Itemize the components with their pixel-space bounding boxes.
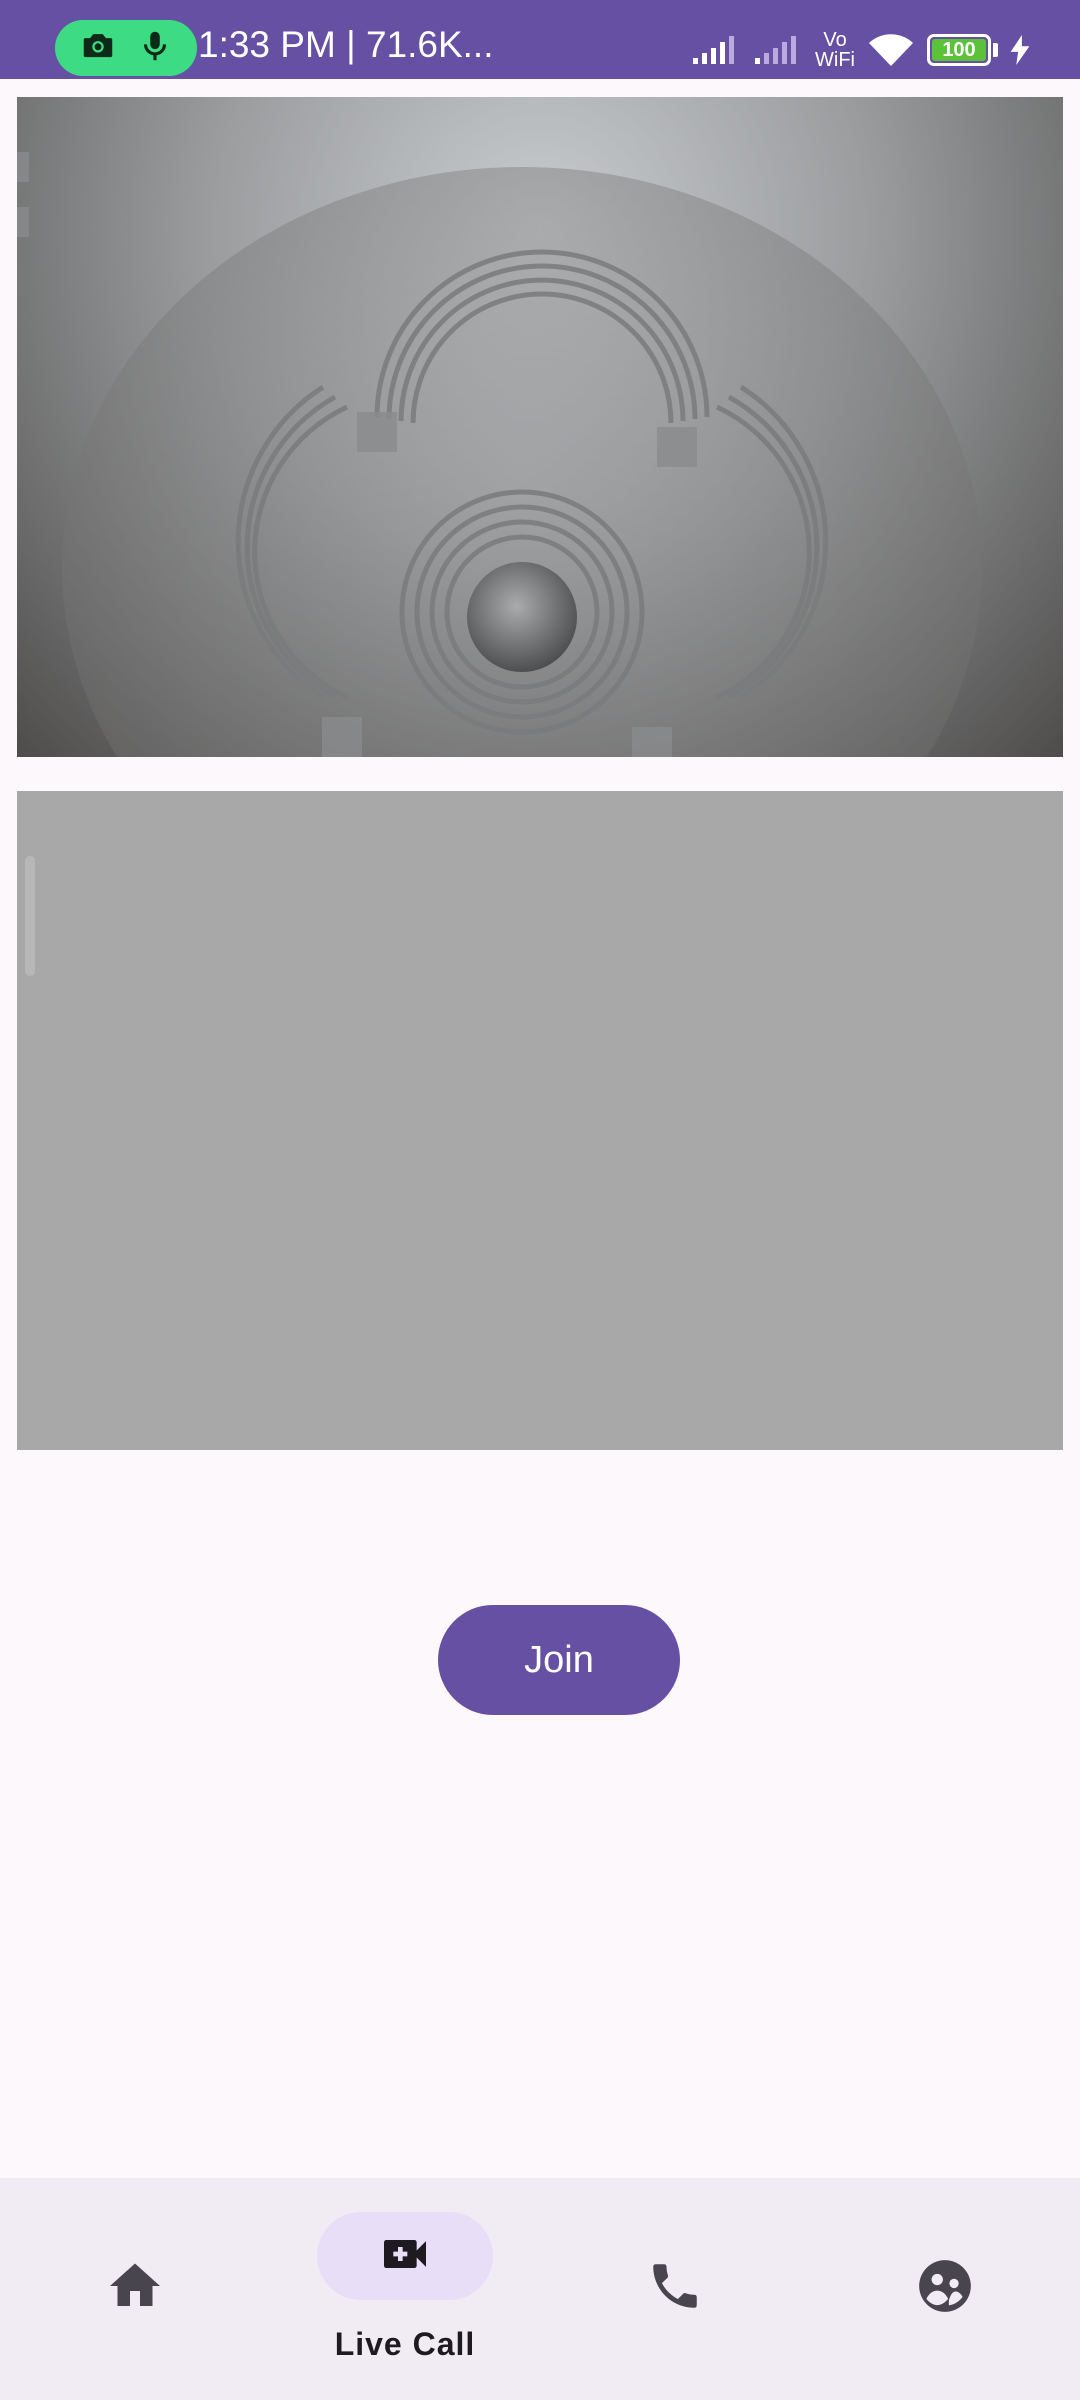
ceiling-fixture-image <box>17 152 982 757</box>
nav-label-live-call: Live Call <box>334 2326 476 2362</box>
nav-icon-container <box>47 2244 223 2332</box>
video-call-add-icon <box>377 2226 433 2287</box>
vowifi-top-label: Vo <box>823 29 847 51</box>
wifi-icon <box>867 32 915 68</box>
recording-indicator[interactable] <box>55 20 197 76</box>
app-screen: 1:33 PM | 71.6K... Vo WiFi 100 Join Live… <box>0 0 1080 2400</box>
nav-icon-container <box>587 2244 763 2332</box>
charging-icon <box>1010 35 1030 65</box>
battery-tip <box>993 43 998 57</box>
nav-icon-container <box>857 2244 1033 2332</box>
vowifi-bottom-label: WiFi <box>815 49 855 71</box>
nav-item-home[interactable] <box>0 2178 270 2400</box>
nav-item-phone[interactable] <box>540 2178 810 2400</box>
bottom-navigation: Live Call <box>0 2178 1080 2400</box>
mic-icon <box>136 27 174 70</box>
nav-active-indicator <box>317 2212 493 2300</box>
nav-item-group[interactable] <box>810 2178 1080 2400</box>
home-icon <box>105 2256 165 2321</box>
status-bar: 1:33 PM | 71.6K... Vo WiFi 100 <box>0 0 1080 79</box>
battery-level: 100 <box>942 38 976 61</box>
scroll-handle[interactable] <box>25 856 35 976</box>
status-time-speed: 1:33 PM | 71.6K... <box>198 24 494 65</box>
remote-video-view[interactable] <box>17 791 1063 1450</box>
local-video-view[interactable] <box>17 97 1063 757</box>
join-button[interactable]: Join <box>438 1605 680 1715</box>
signal-icon <box>753 34 803 66</box>
nav-item-live-call[interactable]: Live Call <box>270 2178 540 2400</box>
status-icons: Vo WiFi 100 <box>691 22 1030 78</box>
signal-icon <box>691 34 741 66</box>
group-icon <box>914 2255 976 2322</box>
camera-icon <box>79 27 117 70</box>
vowifi-icon: Vo WiFi <box>815 30 855 70</box>
phone-icon <box>646 2257 704 2320</box>
battery-icon: 100 <box>927 34 991 66</box>
